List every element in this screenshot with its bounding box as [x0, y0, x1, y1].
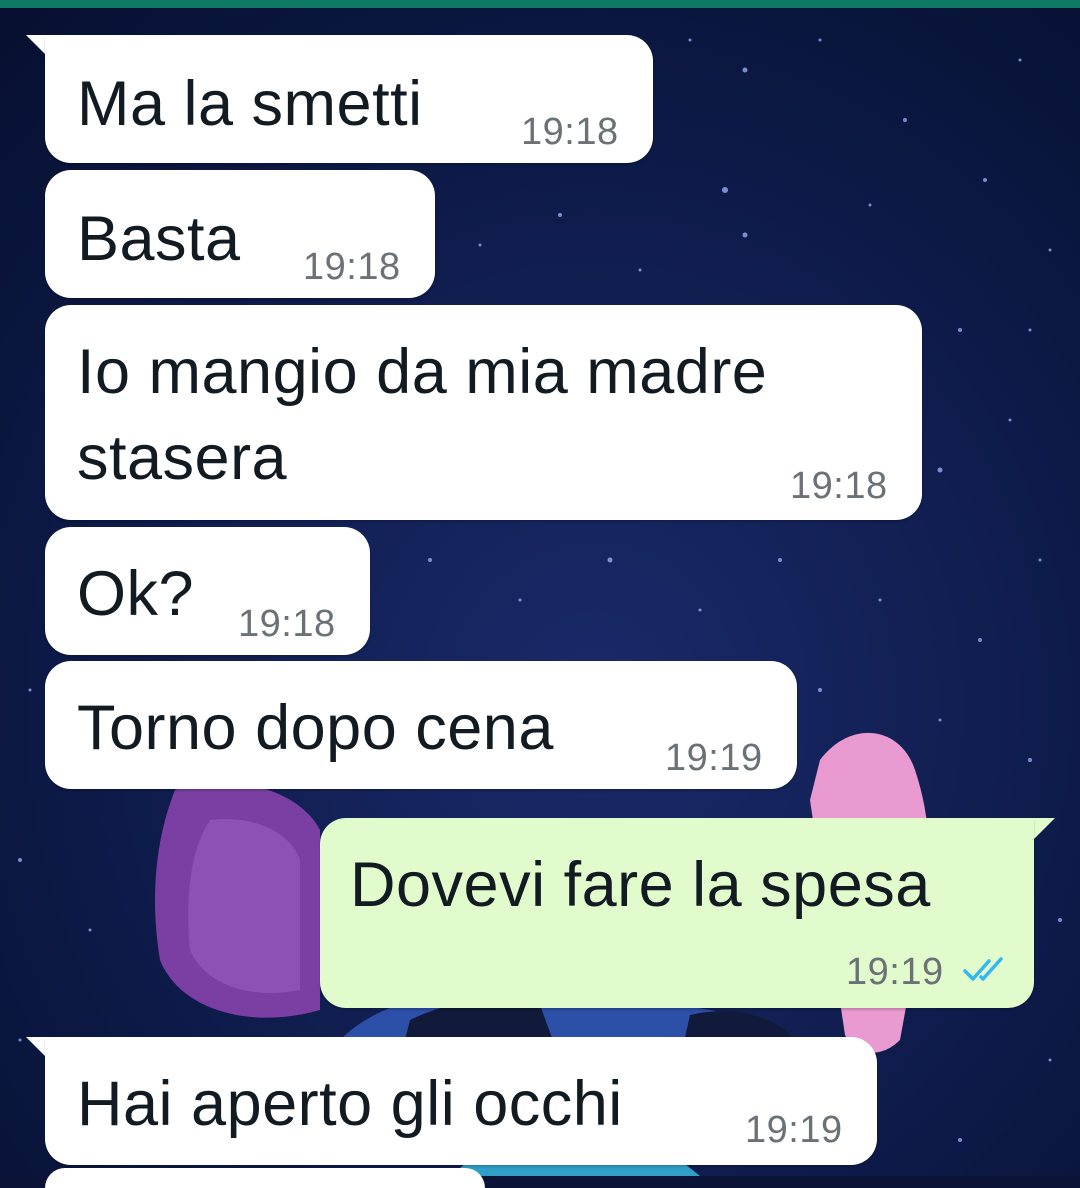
message-text: Ok?: [77, 559, 195, 629]
message-bubble-incoming[interactable]: Ma la smetti 19:18: [45, 35, 653, 163]
message-text: Torno dopo cena: [77, 693, 554, 763]
message-bubble-incoming[interactable]: Basta 19:18: [45, 170, 435, 298]
message-bubble-outgoing[interactable]: Dovevi fare la spesa 19:19: [320, 818, 1034, 1008]
message-text: Dovevi fare la spesa: [350, 850, 931, 920]
message-time: 19:19: [846, 951, 944, 993]
message-bubble-incoming[interactable]: Torno dopo cena 19:19: [45, 661, 797, 789]
message-text: Hai aperto gli occhi: [77, 1069, 623, 1139]
message-time: 19:19: [745, 1109, 843, 1151]
message-time: 19:19: [665, 737, 763, 779]
message-time: 19:18: [303, 246, 401, 288]
message-bubble-incoming[interactable]: Ok? 19:18: [45, 527, 370, 655]
double-check-icon: [963, 957, 1003, 981]
message-bubble-incoming[interactable]: Io mangio da mia madre stasera 19:18: [45, 305, 922, 520]
message-bubble-partial: [45, 1168, 485, 1188]
message-text: Basta: [77, 204, 241, 274]
message-text: Io mangio da mia madre: [77, 337, 768, 407]
message-bubble-incoming[interactable]: Hai aperto gli occhi 19:19: [45, 1037, 877, 1165]
message-text: Ma la smetti: [77, 69, 423, 139]
message-time: 19:18: [521, 111, 619, 153]
message-text: stasera: [77, 423, 288, 493]
message-time: 19:18: [238, 603, 336, 645]
message-time: 19:18: [790, 465, 888, 507]
app-header-accent: [0, 0, 1080, 8]
